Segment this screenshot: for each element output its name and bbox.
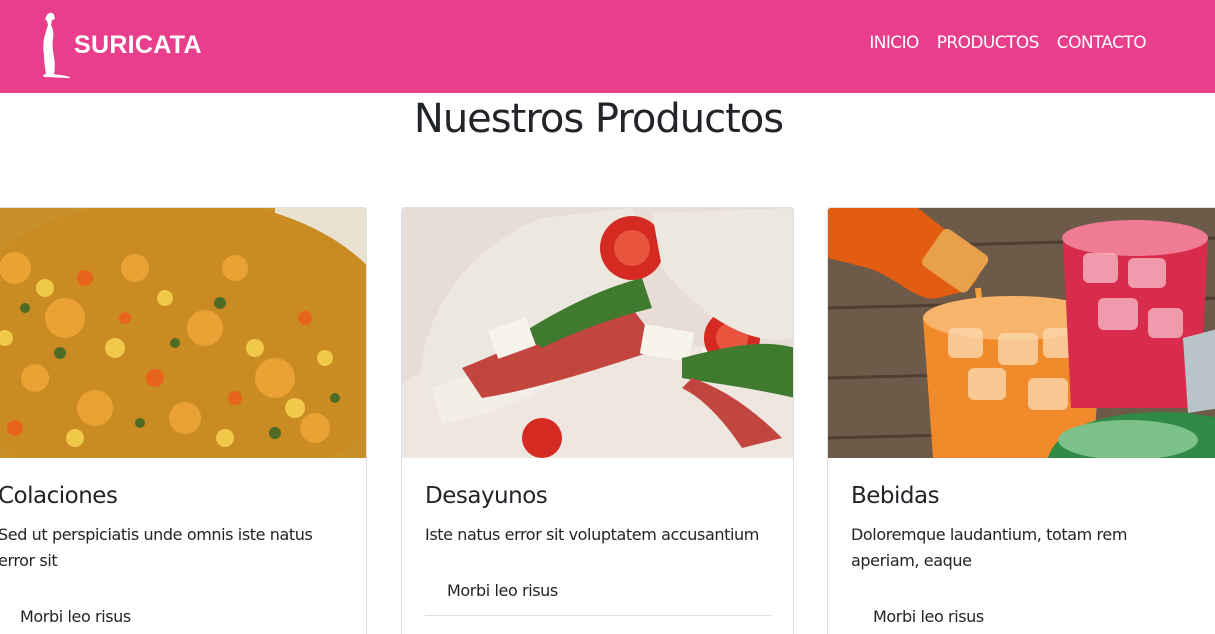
brand-link[interactable]: SURICATA [38, 11, 202, 79]
pita-sandwich-photo-icon [402, 208, 793, 458]
card-list-item-desayunos: Morbi leo risus [425, 581, 771, 616]
card-list-item-colaciones: Morbi leo risus [20, 607, 131, 626]
card-title-colaciones: Colaciones [0, 483, 118, 509]
card-text-bebidas: Doloremque laudantium, totam rem aperiam… [851, 525, 1128, 570]
nav-menu: INICIO PRODUCTOS CONTACTO [869, 33, 1146, 53]
nav-link-inicio[interactable]: INICIO [869, 33, 919, 53]
product-card-desayunos: Desayunos Iste natus error sit voluptate… [401, 207, 794, 634]
card-list-item-bebidas: Morbi leo risus [873, 607, 984, 626]
navbar: SURICATA INICIO PRODUCTOS CONTACTO [0, 0, 1215, 93]
nav-link-contacto[interactable]: CONTACTO [1057, 33, 1147, 53]
card-title-desayunos: Desayunos [425, 483, 548, 509]
brand-name: SURICATA [74, 30, 202, 59]
card-text-desayunos: Iste natus error sit voluptatem accusant… [425, 525, 759, 544]
vegetable-rice-photo-icon [0, 208, 366, 458]
card-image-bebidas [828, 208, 1215, 458]
nav-link-productos[interactable]: PRODUCTOS [937, 33, 1040, 53]
product-card-colaciones: Colaciones Sed ut perspiciatis unde omni… [0, 207, 367, 634]
card-image-desayunos [402, 208, 793, 458]
page-title: Nuestros Productos [413, 96, 784, 142]
product-card-bebidas: Bebidas Doloremque laudantium, totam rem… [827, 207, 1215, 634]
meerkat-logo-icon [43, 12, 70, 78]
card-image-colaciones [0, 208, 366, 458]
card-title-bebidas: Bebidas [851, 483, 940, 509]
iced-drinks-photo-icon [828, 208, 1215, 458]
card-text-colaciones: Sed ut perspiciatis unde omnis iste natu… [0, 525, 313, 570]
